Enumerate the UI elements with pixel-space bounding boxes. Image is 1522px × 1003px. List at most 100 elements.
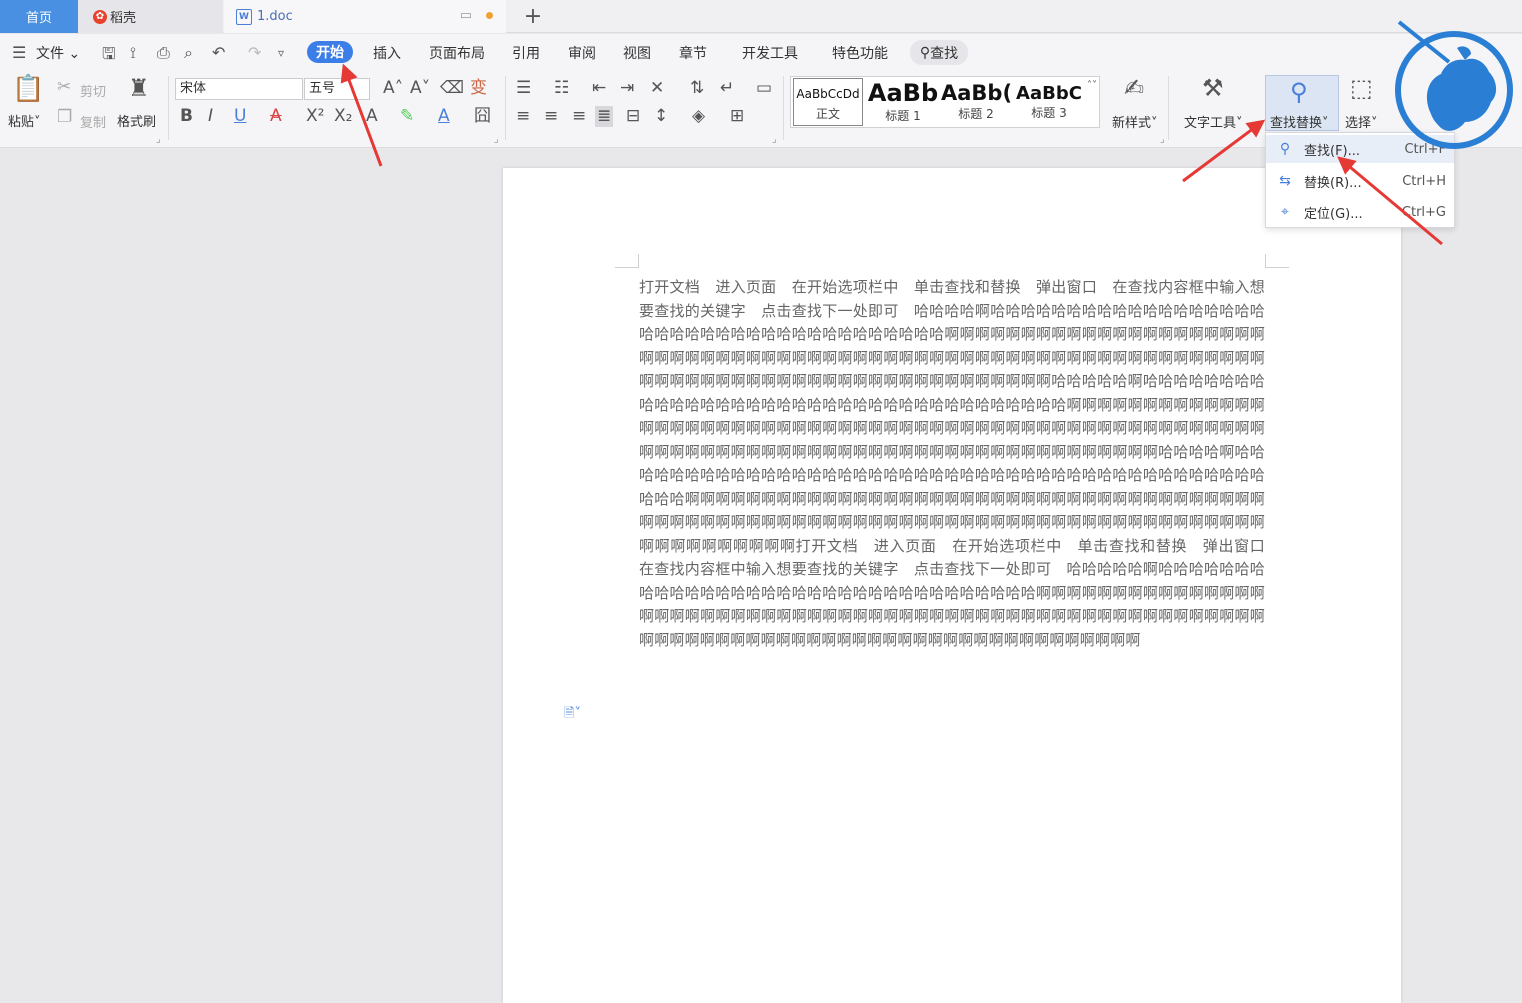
- new-style-icon[interactable]: ✍: [1124, 76, 1144, 100]
- line-spacing-icon[interactable]: ↕: [654, 108, 668, 125]
- sort-icon[interactable]: ⇅: [690, 80, 704, 97]
- hamburger-menu-icon[interactable]: ☰: [12, 43, 26, 62]
- undo-icon[interactable]: ↶: [212, 43, 225, 62]
- file-menu[interactable]: 文件 ⌄: [36, 43, 80, 63]
- italic-icon[interactable]: I: [208, 108, 213, 125]
- menu-start[interactable]: 开始: [307, 41, 353, 63]
- new-style-button[interactable]: 新样式˅: [1112, 112, 1158, 131]
- menu-page-layout[interactable]: 页面布局: [429, 43, 485, 63]
- search-icon: ⚲: [1279, 141, 1291, 157]
- subscript-icon[interactable]: X₂: [334, 108, 352, 125]
- tab-home[interactable]: 首页: [0, 0, 78, 33]
- strikethrough-icon[interactable]: A: [270, 108, 282, 125]
- style-heading-2[interactable]: AaBb( 标题 2: [941, 77, 1011, 129]
- tab-docer[interactable]: ✿ 稻壳: [78, 0, 223, 33]
- paste-icon[interactable]: 📋: [12, 76, 44, 102]
- style-normal[interactable]: AaBbCcDd 正文: [793, 78, 863, 126]
- menu-references[interactable]: 引用: [512, 43, 540, 63]
- style-heading-3[interactable]: AaBbC 标题 3: [1013, 77, 1085, 129]
- paste-button[interactable]: 粘贴˅: [8, 111, 41, 130]
- gallery-scroll-icon[interactable]: ˄˅: [1087, 81, 1097, 91]
- borders-icon[interactable]: ⊞: [730, 108, 744, 125]
- tab-document[interactable]: W 1.doc ▭: [224, 0, 506, 33]
- justify-icon[interactable]: ≣: [595, 106, 614, 127]
- menu-chapter[interactable]: 章节: [679, 43, 707, 63]
- superscript-icon[interactable]: X²: [306, 108, 324, 125]
- format-icon[interactable]: ⟟: [130, 43, 136, 63]
- save-icon[interactable]: 🖫: [102, 43, 116, 70]
- menu-bar: ☰ 文件 ⌄ 🖫 ⟟ ⎙ ⌕ ↶ ↷ ▿ 开始 插入 页面布局 引用 审阅 视图…: [0, 34, 1522, 70]
- document-body-text[interactable]: 打开文档 进入页面 在开始选项栏中 单击查找和替换 弹出窗口 在查找内容框中输入…: [639, 276, 1280, 652]
- font-launcher-icon[interactable]: ⌟: [494, 134, 499, 145]
- menu-developer[interactable]: 开发工具: [742, 43, 798, 63]
- font-size-value: 五号: [309, 81, 336, 96]
- align-right-icon[interactable]: ≡: [572, 108, 586, 125]
- tab-stops-icon[interactable]: ▭: [756, 80, 772, 97]
- shrink-font-icon[interactable]: A˅: [410, 80, 430, 97]
- dropdown-replace[interactable]: ⇆ 替换(R)... Ctrl+H: [1266, 167, 1454, 195]
- char-border-icon[interactable]: 囧: [474, 108, 491, 125]
- document-page[interactable]: 打开文档 进入页面 在开始选项栏中 单击查找和替换 弹出窗口 在查找内容框中输入…: [503, 168, 1401, 1003]
- copy-button[interactable]: 复制: [80, 112, 106, 131]
- find-replace-label: 查找替换˅: [1270, 116, 1329, 131]
- font-size-select[interactable]: 五号: [304, 78, 370, 100]
- clipboard-launcher-icon[interactable]: ⌟: [156, 134, 161, 145]
- find-replace-button[interactable]: ⚲ 查找替换˅: [1265, 75, 1339, 131]
- redo-icon[interactable]: ↷: [248, 43, 261, 62]
- styles-launcher-icon[interactable]: ⌟: [1160, 134, 1165, 145]
- text-effect-icon[interactable]: A: [366, 108, 378, 125]
- style-heading-3-name: 标题 3: [1031, 106, 1067, 120]
- find-label: 查找(F)...: [1304, 143, 1361, 159]
- clear-format-icon[interactable]: ⌫: [440, 80, 464, 97]
- align-left-icon[interactable]: ≡: [516, 108, 530, 125]
- new-tab-button[interactable]: +: [520, 0, 546, 33]
- text-tools-icon[interactable]: ⚒: [1202, 76, 1224, 100]
- find-replace-icon: ⚲: [1290, 78, 1308, 106]
- replace-icon: ⇆: [1279, 173, 1291, 189]
- monitor-icon[interactable]: ▭: [460, 8, 472, 23]
- font-color-icon[interactable]: A: [438, 108, 450, 125]
- style-heading-1[interactable]: AaBb 标题 1: [867, 77, 939, 129]
- font-name-value: 宋体: [180, 81, 207, 96]
- search-button[interactable]: ⚲ 查找: [910, 40, 968, 65]
- cut-button[interactable]: 剪切: [80, 81, 106, 100]
- grow-font-icon[interactable]: A˄: [383, 80, 403, 97]
- text-tools-button[interactable]: 文字工具˅: [1184, 112, 1243, 131]
- font-name-select[interactable]: 宋体: [175, 78, 303, 100]
- print-icon[interactable]: ⎙: [157, 43, 170, 63]
- divider: [1168, 76, 1169, 140]
- menu-special[interactable]: 特色功能: [832, 43, 888, 63]
- menu-review[interactable]: 审阅: [568, 43, 596, 63]
- menu-view[interactable]: 视图: [623, 43, 651, 63]
- align-center-icon[interactable]: ≡: [544, 108, 558, 125]
- select-button[interactable]: 选择˅: [1345, 112, 1378, 131]
- quick-access-more-icon[interactable]: ▿: [278, 46, 284, 60]
- shading-icon[interactable]: ◈: [692, 108, 705, 125]
- phonetic-icon[interactable]: 变: [470, 80, 487, 97]
- replace-shortcut: Ctrl+H: [1402, 173, 1446, 189]
- chinese-layout-icon[interactable]: ✕: [650, 80, 664, 97]
- distribute-icon[interactable]: ⊟: [626, 108, 640, 125]
- knight-watermark-logo: [1395, 20, 1513, 149]
- style-heading-3-preview: AaBbC: [1016, 83, 1082, 104]
- underline-icon[interactable]: U: [234, 108, 246, 125]
- menu-insert[interactable]: 插入: [373, 43, 401, 63]
- numbered-list-icon[interactable]: ☷: [554, 80, 569, 97]
- bold-icon[interactable]: B: [180, 108, 193, 125]
- highlight-icon[interactable]: ✎: [400, 108, 414, 125]
- paragraph-options-icon[interactable]: 🗎˅: [564, 704, 581, 726]
- style-normal-name: 正文: [815, 107, 840, 121]
- bullet-list-icon[interactable]: ☰: [516, 80, 531, 97]
- format-painter-button[interactable]: 格式刷: [117, 111, 156, 130]
- increase-indent-icon[interactable]: ⇥: [620, 80, 634, 97]
- search-icon: ⚲: [919, 44, 931, 61]
- print-preview-icon[interactable]: ⌕: [184, 43, 193, 63]
- show-marks-icon[interactable]: ↵: [720, 80, 734, 97]
- decrease-indent-icon[interactable]: ⇤: [592, 80, 606, 97]
- dropdown-locate[interactable]: ⌖ 定位(G)... Ctrl+G: [1266, 198, 1454, 226]
- tab-docer-label: 稻壳: [110, 11, 137, 26]
- format-painter-icon[interactable]: ♜: [128, 76, 150, 100]
- paragraph-launcher-icon[interactable]: ⌟: [772, 134, 777, 145]
- divider: [168, 76, 169, 140]
- select-icon[interactable]: ⬚: [1350, 76, 1373, 100]
